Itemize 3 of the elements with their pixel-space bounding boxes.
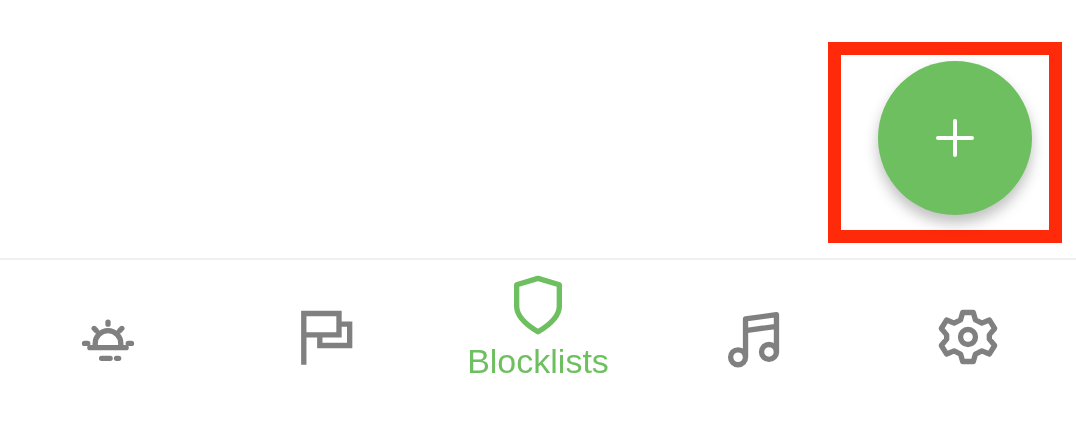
add-button[interactable] xyxy=(878,61,1032,215)
nav-tab[interactable]: Blocklists xyxy=(430,260,646,433)
plus-icon xyxy=(935,118,975,158)
